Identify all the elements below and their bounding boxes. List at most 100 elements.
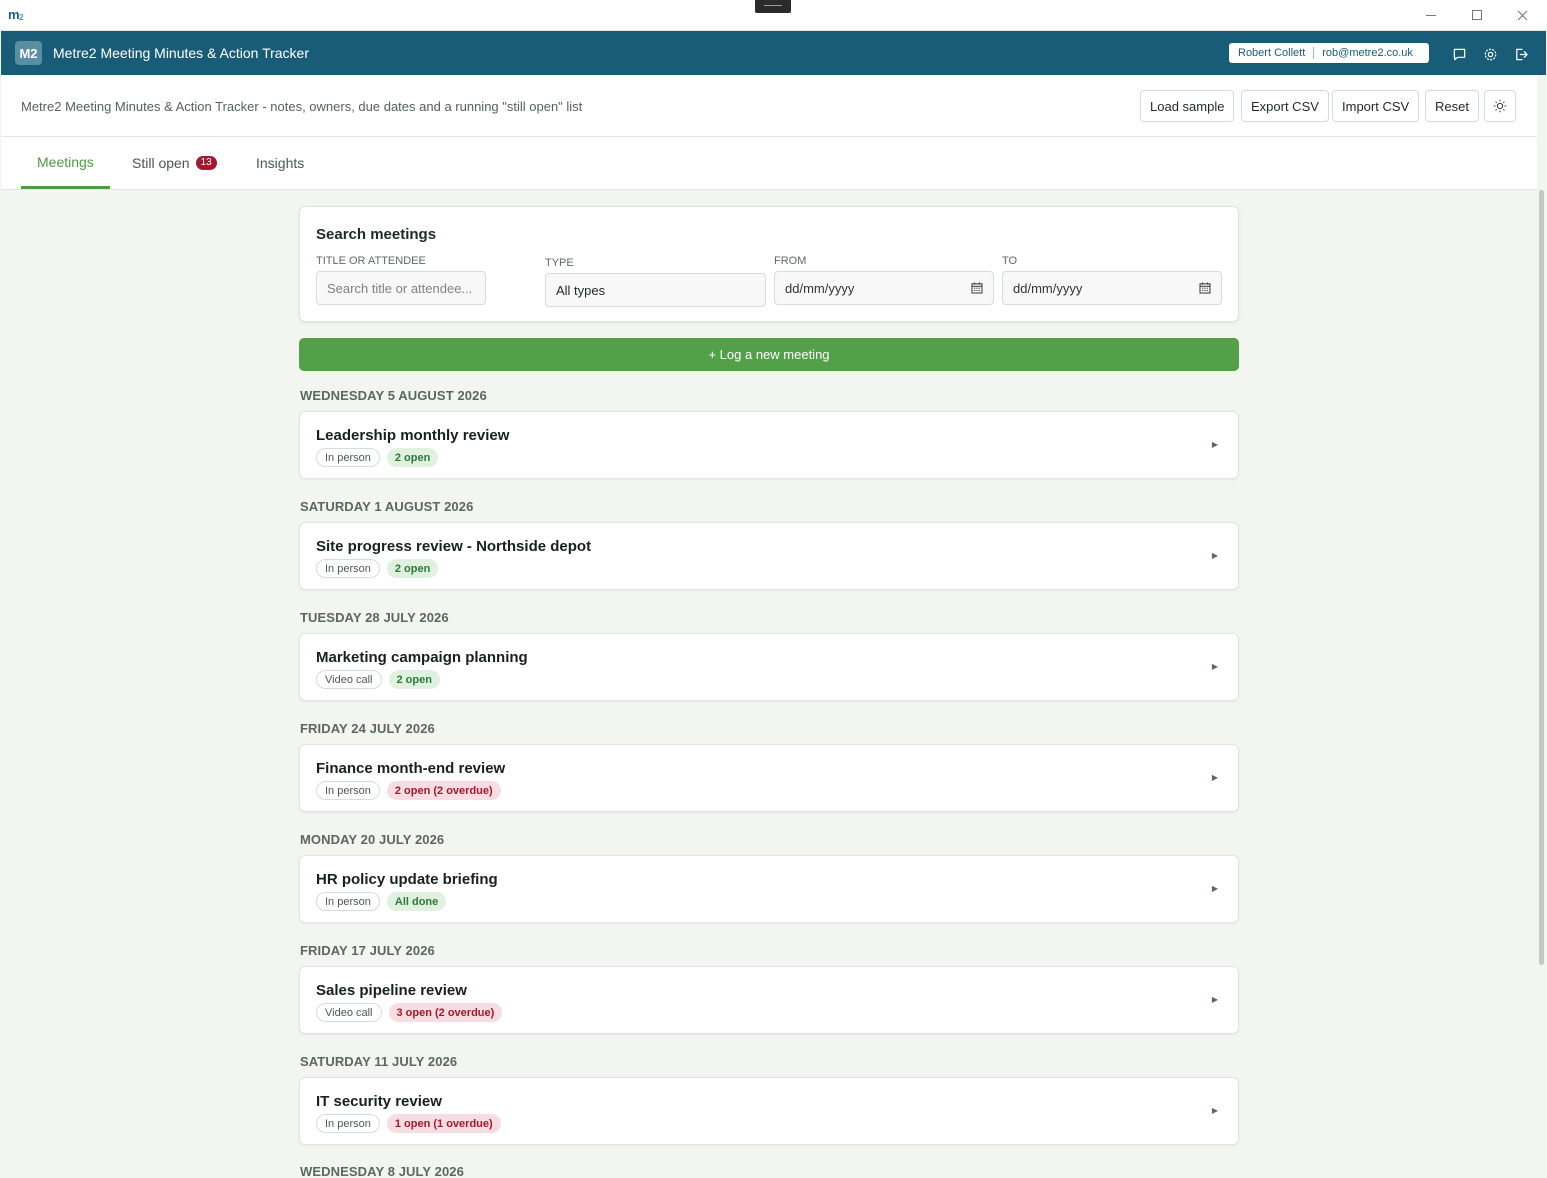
- logout-icon: [1515, 48, 1528, 60]
- chat-icon: [1453, 48, 1465, 60]
- meeting-title: Sales pipeline review: [316, 982, 467, 999]
- meeting-type-tag: Video call: [316, 670, 382, 689]
- title-attendee-search-input[interactable]: [316, 271, 486, 305]
- chevron-right-icon[interactable]: ▶: [1212, 440, 1218, 449]
- meeting-tags: In person 2 open: [316, 448, 439, 467]
- chevron-right-icon[interactable]: ▶: [1212, 551, 1218, 560]
- app-logo-text: m: [8, 7, 20, 22]
- meeting-card[interactable]: Finance month-end review In person 2 ope…: [299, 744, 1239, 812]
- date-heading: FRIDAY 17 JULY 2026: [300, 943, 435, 958]
- date-heading: SATURDAY 11 JULY 2026: [300, 1054, 458, 1069]
- search-panel: Search meetings TITLE OR ATTENDEE TYPE A…: [299, 206, 1239, 322]
- to-date-label: TO: [1002, 255, 1018, 267]
- meeting-tags: In person All done: [316, 892, 447, 911]
- tab-meetings[interactable]: Meetings: [21, 137, 110, 189]
- status-badge: 3 open (2 overdue): [388, 1003, 503, 1022]
- log-new-meeting-button[interactable]: + Log a new meeting: [299, 338, 1239, 371]
- app-title: Metre2 Meeting Minutes & Action Tracker: [53, 45, 309, 61]
- chevron-right-icon[interactable]: ▶: [1212, 1106, 1218, 1115]
- date-heading: WEDNESDAY 5 AUGUST 2026: [300, 388, 487, 403]
- status-badge: 2 open: [386, 448, 439, 467]
- theme-toggle-button[interactable]: [1484, 90, 1516, 122]
- scrollbar-thumb[interactable]: [1539, 190, 1544, 965]
- brand-badge: M2: [15, 41, 42, 65]
- feedback-button[interactable]: [1450, 45, 1468, 63]
- window-drag-handle[interactable]: [755, 0, 791, 13]
- logout-button[interactable]: [1512, 45, 1530, 63]
- meeting-card[interactable]: Leadership monthly review In person 2 op…: [299, 411, 1239, 479]
- meeting-type-tag: In person: [316, 1114, 380, 1133]
- meeting-card[interactable]: Sales pipeline review Video call 3 open …: [299, 966, 1239, 1034]
- to-date-input[interactable]: dd/mm/yyyy: [1002, 271, 1222, 305]
- status-badge: 2 open: [388, 670, 440, 689]
- calendar-icon[interactable]: [971, 282, 983, 294]
- minimize-icon: [1426, 14, 1436, 16]
- chevron-right-icon[interactable]: ▶: [1212, 884, 1218, 893]
- meeting-card[interactable]: IT security review In person 1 open (1 o…: [299, 1077, 1239, 1145]
- tab-still-open-label: Still open: [132, 155, 190, 171]
- toolbar: Metre2 Meeting Minutes & Action Tracker …: [1, 75, 1537, 137]
- meeting-type-tag: In person: [316, 448, 380, 467]
- tab-still-open[interactable]: Still open 13: [132, 137, 217, 189]
- gear-icon: [1484, 48, 1496, 60]
- title-filter-label: TITLE OR ATTENDEE: [316, 255, 426, 267]
- user-chip[interactable]: Robert Collett rob@metre2.co.uk: [1229, 43, 1429, 63]
- meeting-title: Finance month-end review: [316, 760, 506, 777]
- load-sample-button[interactable]: Load sample: [1140, 90, 1235, 122]
- app-logo-sub: 2: [19, 13, 24, 22]
- meeting-title: Marketing campaign planning: [316, 649, 528, 666]
- user-name: Robert Collett: [1229, 47, 1315, 59]
- minimize-button[interactable]: [1416, 4, 1446, 26]
- meeting-card[interactable]: HR policy update briefing In person All …: [299, 855, 1239, 923]
- meeting-type-tag: In person: [316, 559, 380, 578]
- chevron-right-icon[interactable]: ▶: [1212, 995, 1218, 1004]
- meeting-title: HR policy update briefing: [316, 871, 498, 888]
- close-button[interactable]: [1507, 4, 1537, 26]
- tab-insights[interactable]: Insights: [256, 137, 304, 189]
- window-titlebar: m2: [0, 0, 1547, 31]
- meeting-tags: In person 1 open (1 overdue): [316, 1114, 501, 1133]
- page-subtitle: Metre2 Meeting Minutes & Action Tracker …: [21, 99, 583, 114]
- app-logo: m2: [8, 7, 24, 22]
- type-filter-label: TYPE: [545, 257, 574, 269]
- tab-insights-label: Insights: [256, 155, 305, 171]
- maximize-icon: [1472, 10, 1482, 20]
- meeting-title: Site progress review - Northside depot: [316, 538, 592, 555]
- tab-meetings-label: Meetings: [37, 153, 94, 170]
- date-heading: SATURDAY 1 AUGUST 2026: [300, 499, 474, 514]
- calendar-icon[interactable]: [1199, 282, 1211, 294]
- meeting-card[interactable]: Marketing campaign planning Video call 2…: [299, 633, 1239, 701]
- close-icon: [1517, 10, 1527, 20]
- tab-bar: Meetings Still open 13 Insights: [1, 137, 1537, 190]
- type-select[interactable]: All types: [545, 273, 766, 307]
- scrollbar[interactable]: [1537, 190, 1546, 965]
- still-open-count-badge: 13: [195, 156, 217, 170]
- app-header: M2 Metre2 Meeting Minutes & Action Track…: [1, 31, 1546, 75]
- from-date-input[interactable]: dd/mm/yyyy: [774, 271, 994, 305]
- meeting-title: Leadership monthly review: [316, 427, 510, 444]
- settings-button[interactable]: [1481, 45, 1499, 63]
- chevron-right-icon[interactable]: ▶: [1212, 773, 1218, 782]
- date-heading: WEDNESDAY 8 JULY 2026: [300, 1164, 464, 1178]
- from-date-label: FROM: [774, 255, 807, 267]
- user-email: rob@metre2.co.uk: [1322, 47, 1413, 59]
- meeting-card[interactable]: Site progress review - Northside depot I…: [299, 522, 1239, 590]
- status-badge: All done: [386, 892, 447, 911]
- maximize-button[interactable]: [1462, 4, 1492, 26]
- meeting-tags: In person 2 open (2 overdue): [316, 781, 501, 800]
- meeting-type-tag: In person: [316, 892, 380, 911]
- meeting-tags: In person 2 open: [316, 559, 439, 578]
- from-date-value: dd/mm/yyyy: [785, 280, 855, 296]
- status-badge: 2 open (2 overdue): [386, 781, 501, 800]
- import-csv-button[interactable]: Import CSV: [1332, 90, 1420, 122]
- meeting-title: IT security review: [316, 1093, 442, 1110]
- type-select-value: All types: [556, 282, 606, 298]
- sun-icon: [1493, 99, 1507, 113]
- date-heading: MONDAY 20 JULY 2026: [300, 832, 445, 847]
- date-heading: TUESDAY 28 JULY 2026: [300, 610, 449, 625]
- chevron-right-icon[interactable]: ▶: [1212, 662, 1218, 671]
- meeting-type-tag: Video call: [316, 1003, 382, 1022]
- meeting-tags: Video call 2 open: [316, 670, 440, 689]
- export-csv-button[interactable]: Export CSV: [1241, 90, 1329, 122]
- reset-button[interactable]: Reset: [1425, 90, 1479, 122]
